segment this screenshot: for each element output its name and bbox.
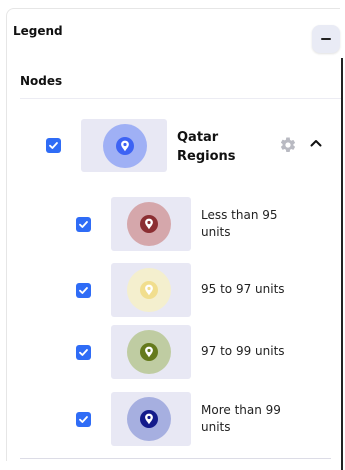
map-pin-icon <box>140 281 158 299</box>
group-symbol-thumbnail <box>81 119 167 172</box>
divider <box>20 98 341 99</box>
minus-icon <box>321 38 331 40</box>
item-label: More than 99 units <box>201 403 281 434</box>
map-pin-icon <box>140 215 158 233</box>
map-pin-icon <box>116 137 134 155</box>
nodes-section-title: Nodes <box>20 74 63 88</box>
gear-icon[interactable] <box>279 136 297 154</box>
item-symbol-thumbnail <box>111 263 191 317</box>
map-pin-icon <box>140 343 158 361</box>
item-label: 97 to 99 units <box>201 344 285 358</box>
map-pin-icon <box>140 410 158 428</box>
bottom-divider <box>20 458 331 459</box>
chevron-up-icon[interactable] <box>309 137 323 149</box>
item-symbol-thumbnail <box>111 325 191 379</box>
item-label: 95 to 97 units <box>201 282 285 296</box>
scrollbar-line <box>341 58 343 470</box>
item-checkbox[interactable] <box>76 283 91 298</box>
item-symbol-thumbnail <box>111 197 191 251</box>
item-checkbox[interactable] <box>76 217 91 232</box>
group-checkbox[interactable] <box>46 138 61 153</box>
checkmark-icon <box>79 221 88 228</box>
checkmark-icon <box>49 142 58 149</box>
group-label: Qatar Regions <box>177 130 236 164</box>
item-checkbox[interactable] <box>76 412 91 427</box>
legend-title: Legend <box>13 24 63 38</box>
item-label: Less than 95 units <box>201 208 278 239</box>
item-checkbox[interactable] <box>76 345 91 360</box>
collapse-legend-button[interactable] <box>312 25 340 53</box>
checkmark-icon <box>79 287 88 294</box>
item-symbol-thumbnail <box>111 392 191 446</box>
checkmark-icon <box>79 416 88 423</box>
checkmark-icon <box>79 349 88 356</box>
